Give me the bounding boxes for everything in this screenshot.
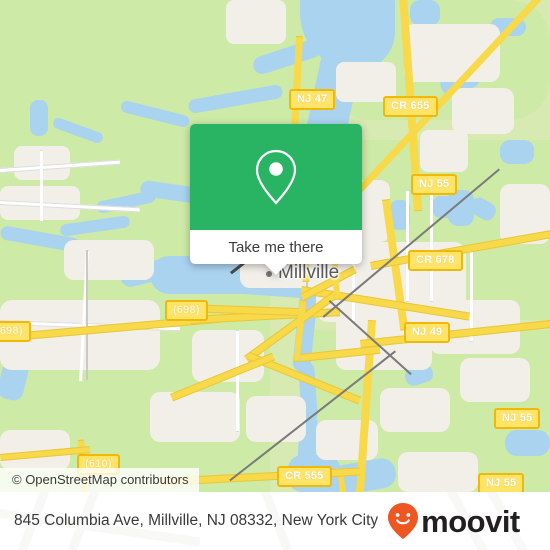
map-builtup-area (64, 240, 154, 280)
footer-bar: 845 Columbia Ave, Millville, NJ 08332, N… (0, 492, 550, 550)
popup-tail (265, 264, 287, 275)
map-builtup-area (398, 452, 478, 492)
moovit-brand[interactable]: moovit (386, 501, 520, 541)
footer-content: 845 Columbia Ave, Millville, NJ 08332, N… (0, 492, 550, 550)
map-pin-icon (255, 149, 297, 205)
map-water (505, 430, 550, 456)
road-shield-cr655: CR 655 (383, 96, 438, 117)
destination-popup[interactable]: Take me there (190, 124, 362, 275)
road-shield-698: (698) (0, 321, 31, 342)
moovit-map-screenshot: Millville NJ 47 CR 655 NJ 55 CR 678 NJ 4… (0, 0, 550, 550)
map-water (30, 100, 48, 136)
map-minor-road (40, 150, 43, 222)
road-shield-cr555: CR 555 (277, 466, 332, 487)
map-builtup-area (460, 358, 530, 402)
road-shield-nj47: NJ 47 (289, 89, 336, 110)
map-secondary-road (86, 250, 88, 380)
road-shield-nj55: NJ 55 (478, 473, 525, 492)
road-shield-nj49: NJ 49 (404, 322, 451, 343)
take-me-there-button[interactable]: Take me there (190, 230, 362, 275)
map-water (410, 0, 440, 26)
road-shield-cr678: CR 678 (408, 250, 463, 271)
moovit-smiley-pin-icon (388, 503, 419, 539)
city-label-millville: Millville (278, 262, 340, 283)
map-water (432, 196, 462, 218)
map-water (500, 140, 534, 164)
road-shield-698: (698) (165, 300, 208, 321)
map-builtup-area (380, 388, 450, 432)
map-builtup-area (316, 420, 378, 460)
map-builtup-area (452, 88, 514, 134)
map-builtup-area (246, 396, 306, 442)
map-canvas[interactable]: Millville NJ 47 CR 655 NJ 55 CR 678 NJ 4… (0, 0, 550, 492)
road-shield-nj55: NJ 55 (411, 174, 458, 195)
map-minor-road (430, 180, 433, 302)
popup-header (190, 124, 362, 230)
osm-attribution[interactable]: © OpenStreetMap contributors (0, 468, 199, 492)
map-minor-road (236, 330, 239, 432)
address-text: 845 Columbia Ave, Millville, NJ 08332, N… (14, 512, 379, 529)
map-builtup-area (420, 130, 468, 172)
map-builtup-area (226, 0, 286, 44)
map-builtup-area (150, 392, 240, 442)
road-shield-nj55: NJ 55 (494, 408, 541, 429)
moovit-wordmark: moovit (421, 503, 520, 539)
take-me-there-label: Take me there (228, 238, 324, 256)
